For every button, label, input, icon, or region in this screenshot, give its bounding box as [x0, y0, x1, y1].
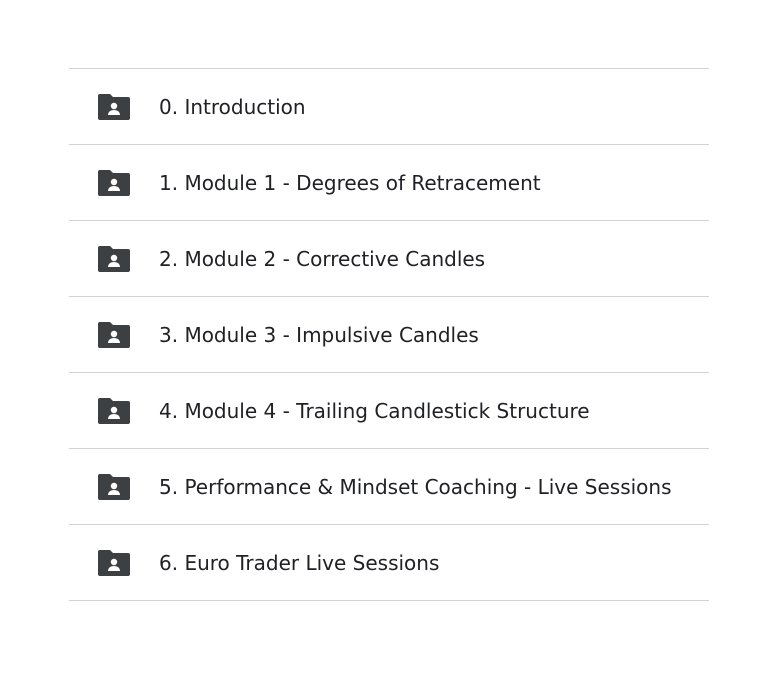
folder-label: 4. Module 4 - Trailing Candlestick Struc… [159, 398, 590, 423]
folder-label: 6. Euro Trader Live Sessions [159, 550, 440, 575]
shared-folder-icon [98, 169, 130, 196]
folder-list: 0. Introduction 1. Module 1 - Degrees of… [69, 68, 709, 601]
shared-folder-icon [98, 321, 130, 348]
folder-row-performance-coaching[interactable]: 5. Performance & Mindset Coaching - Live… [69, 449, 709, 525]
folder-row-module-3[interactable]: 3. Module 3 - Impulsive Candles [69, 297, 709, 373]
folder-label: 5. Performance & Mindset Coaching - Live… [159, 474, 672, 499]
shared-folder-icon [98, 245, 130, 272]
folder-label: 3. Module 3 - Impulsive Candles [159, 322, 479, 347]
folder-label: 2. Module 2 - Corrective Candles [159, 246, 486, 271]
folder-row-module-1[interactable]: 1. Module 1 - Degrees of Retracement [69, 145, 709, 221]
folder-row-introduction[interactable]: 0. Introduction [69, 69, 709, 145]
shared-folder-icon [98, 93, 130, 120]
shared-folder-icon [98, 549, 130, 576]
folder-row-module-2[interactable]: 2. Module 2 - Corrective Candles [69, 221, 709, 297]
folder-row-euro-trader-live[interactable]: 6. Euro Trader Live Sessions [69, 525, 709, 601]
folder-row-module-4[interactable]: 4. Module 4 - Trailing Candlestick Struc… [69, 373, 709, 449]
shared-folder-icon [98, 473, 130, 500]
shared-folder-icon [98, 397, 130, 424]
folder-label: 1. Module 1 - Degrees of Retracement [159, 170, 541, 195]
folder-label: 0. Introduction [159, 94, 306, 119]
